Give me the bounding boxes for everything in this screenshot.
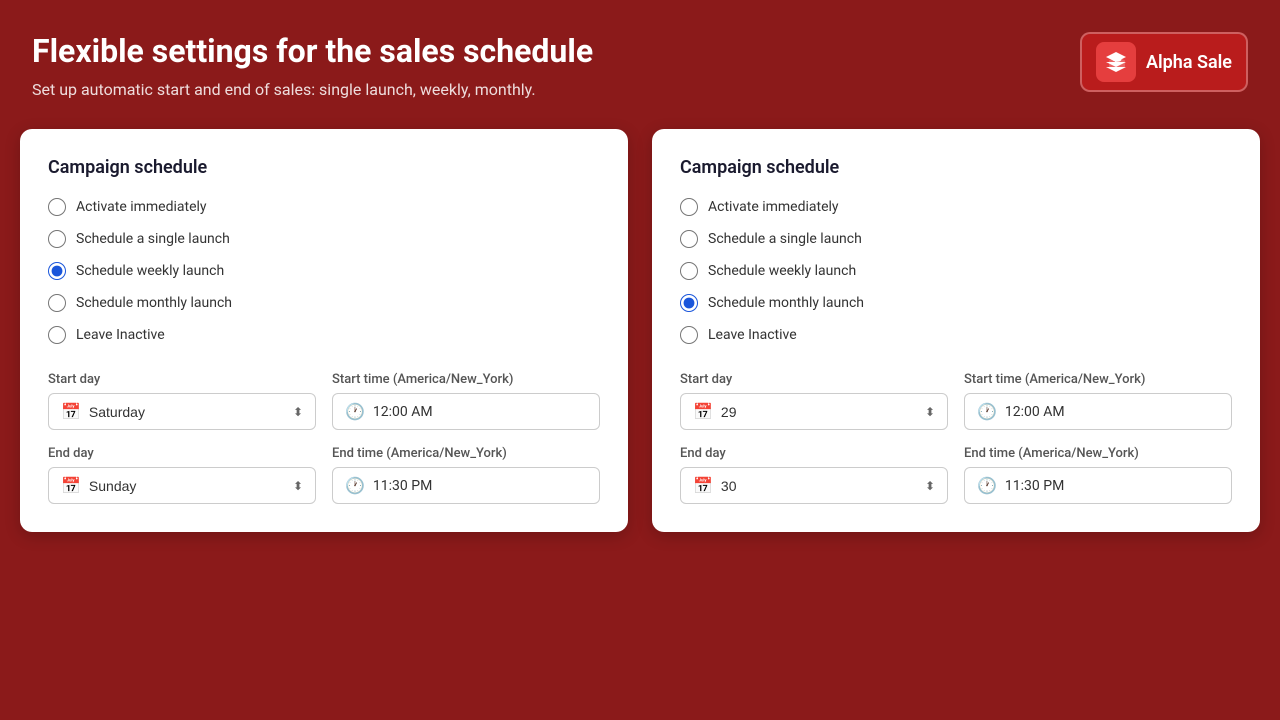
brand-name: Alpha Sale [1146, 52, 1232, 73]
radio-label-leave-inactive-right: Leave Inactive [708, 327, 797, 343]
end-day-group-left: End day 📅 Sunday Saturday Monday Tuesday… [48, 446, 316, 504]
end-time-display-left: 🕐 11:30 PM [332, 467, 600, 504]
radio-single-launch-left[interactable] [48, 230, 66, 248]
end-day-select-right[interactable]: 30 122931 [721, 478, 917, 494]
radio-label-activate-immediately-right: Activate immediately [708, 199, 839, 215]
clock-icon-end-right: 🕐 [977, 476, 997, 495]
end-time-display-right: 🕐 11:30 PM [964, 467, 1232, 504]
start-day-input-left[interactable]: 📅 Saturday Sunday Monday Tuesday Wednesd… [48, 393, 316, 430]
radio-label-monthly-launch-left: Schedule monthly launch [76, 295, 232, 311]
radio-monthly-launch-left[interactable] [48, 294, 66, 312]
start-time-label-left: Start time (America/New_York) [332, 372, 600, 387]
start-day-label-right: Start day [680, 372, 948, 387]
radio-leave-inactive-left[interactable] [48, 326, 66, 344]
radio-group-left: Activate immediately Schedule a single l… [48, 198, 600, 344]
clock-icon-start-left: 🕐 [345, 402, 365, 421]
chevron-down-icon-end-day-left: ⬍ [293, 479, 303, 493]
end-day-input-right[interactable]: 📅 30 122931 ⬍ [680, 467, 948, 504]
end-day-label-left: End day [48, 446, 316, 461]
calendar-icon-start-left: 📅 [61, 402, 81, 421]
radio-item-single-launch-left[interactable]: Schedule a single launch [48, 230, 600, 248]
radio-item-weekly-launch-left[interactable]: Schedule weekly launch [48, 262, 600, 280]
start-time-group-right: Start time (America/New_York) 🕐 12:00 AM [964, 372, 1232, 430]
radio-single-launch-right[interactable] [680, 230, 698, 248]
chevron-down-icon-start-day-right: ⬍ [925, 405, 935, 419]
radio-label-leave-inactive-left: Leave Inactive [76, 327, 165, 343]
start-day-select-right[interactable]: 29 12345 283031 [721, 404, 917, 420]
radio-item-monthly-launch-right[interactable]: Schedule monthly launch [680, 294, 1232, 312]
radio-activate-immediately-right[interactable] [680, 198, 698, 216]
chevron-down-icon-end-day-right: ⬍ [925, 479, 935, 493]
end-time-label-right: End time (America/New_York) [964, 446, 1232, 461]
page-subtitle: Set up automatic start and end of sales:… [32, 80, 593, 99]
clock-icon-end-left: 🕐 [345, 476, 365, 495]
card-left-title: Campaign schedule [48, 157, 600, 178]
end-time-value-right: 11:30 PM [1005, 478, 1219, 494]
radio-item-leave-inactive-right[interactable]: Leave Inactive [680, 326, 1232, 344]
start-time-value-left: 12:00 AM [373, 404, 587, 420]
start-day-select-left[interactable]: Saturday Sunday Monday Tuesday Wednesday… [89, 404, 285, 420]
radio-item-activate-immediately-left[interactable]: Activate immediately [48, 198, 600, 216]
radio-activate-immediately-left[interactable] [48, 198, 66, 216]
radio-item-activate-immediately-right[interactable]: Activate immediately [680, 198, 1232, 216]
start-day-group-right: Start day 📅 29 12345 283031 ⬍ [680, 372, 948, 430]
card-left: Campaign schedule Activate immediately S… [20, 129, 628, 532]
cards-container: Campaign schedule Activate immediately S… [0, 129, 1280, 532]
end-day-label-right: End day [680, 446, 948, 461]
clock-icon-start-right: 🕐 [977, 402, 997, 421]
start-time-display-left: 🕐 12:00 AM [332, 393, 600, 430]
radio-item-leave-inactive-left[interactable]: Leave Inactive [48, 326, 600, 344]
radio-item-single-launch-right[interactable]: Schedule a single launch [680, 230, 1232, 248]
end-day-input-left[interactable]: 📅 Sunday Saturday Monday Tuesday Wednesd… [48, 467, 316, 504]
fields-grid-left: Start day 📅 Saturday Sunday Monday Tuesd… [48, 372, 600, 504]
brand-badge: % Alpha Sale [1080, 32, 1248, 92]
calendar-icon-end-right: 📅 [693, 476, 713, 495]
start-day-group-left: Start day 📅 Saturday Sunday Monday Tuesd… [48, 372, 316, 430]
start-day-input-right[interactable]: 📅 29 12345 283031 ⬍ [680, 393, 948, 430]
radio-weekly-launch-right[interactable] [680, 262, 698, 280]
start-time-group-left: Start time (America/New_York) 🕐 12:00 AM [332, 372, 600, 430]
radio-label-weekly-launch-right: Schedule weekly launch [708, 263, 856, 279]
calendar-icon-end-left: 📅 [61, 476, 81, 495]
fields-grid-right: Start day 📅 29 12345 283031 ⬍ Start time… [680, 372, 1232, 504]
radio-label-monthly-launch-right: Schedule monthly launch [708, 295, 864, 311]
calendar-icon-start-right: 📅 [693, 402, 713, 421]
end-day-select-left[interactable]: Sunday Saturday Monday Tuesday Wednesday… [89, 478, 285, 494]
end-time-label-left: End time (America/New_York) [332, 446, 600, 461]
radio-item-monthly-launch-left[interactable]: Schedule monthly launch [48, 294, 600, 312]
start-day-label-left: Start day [48, 372, 316, 387]
header-text: Flexible settings for the sales schedule… [32, 32, 593, 99]
end-time-group-right: End time (America/New_York) 🕐 11:30 PM [964, 446, 1232, 504]
end-time-value-left: 11:30 PM [373, 478, 587, 494]
start-time-label-right: Start time (America/New_York) [964, 372, 1232, 387]
card-right-title: Campaign schedule [680, 157, 1232, 178]
header: Flexible settings for the sales schedule… [0, 0, 1280, 119]
radio-label-weekly-launch-left: Schedule weekly launch [76, 263, 224, 279]
radio-label-single-launch-left: Schedule a single launch [76, 231, 230, 247]
start-time-display-right: 🕐 12:00 AM [964, 393, 1232, 430]
svg-text:%: % [1112, 57, 1119, 68]
radio-weekly-launch-left[interactable] [48, 262, 66, 280]
end-time-group-left: End time (America/New_York) 🕐 11:30 PM [332, 446, 600, 504]
page-title: Flexible settings for the sales schedule [32, 32, 593, 70]
radio-item-weekly-launch-right[interactable]: Schedule weekly launch [680, 262, 1232, 280]
radio-label-single-launch-right: Schedule a single launch [708, 231, 862, 247]
chevron-down-icon-start-day-left: ⬍ [293, 405, 303, 419]
radio-monthly-launch-right[interactable] [680, 294, 698, 312]
radio-label-activate-immediately-left: Activate immediately [76, 199, 207, 215]
radio-leave-inactive-right[interactable] [680, 326, 698, 344]
start-time-value-right: 12:00 AM [1005, 404, 1219, 420]
card-right: Campaign schedule Activate immediately S… [652, 129, 1260, 532]
end-day-group-right: End day 📅 30 122931 ⬍ [680, 446, 948, 504]
radio-group-right: Activate immediately Schedule a single l… [680, 198, 1232, 344]
brand-icon: % [1096, 42, 1136, 82]
